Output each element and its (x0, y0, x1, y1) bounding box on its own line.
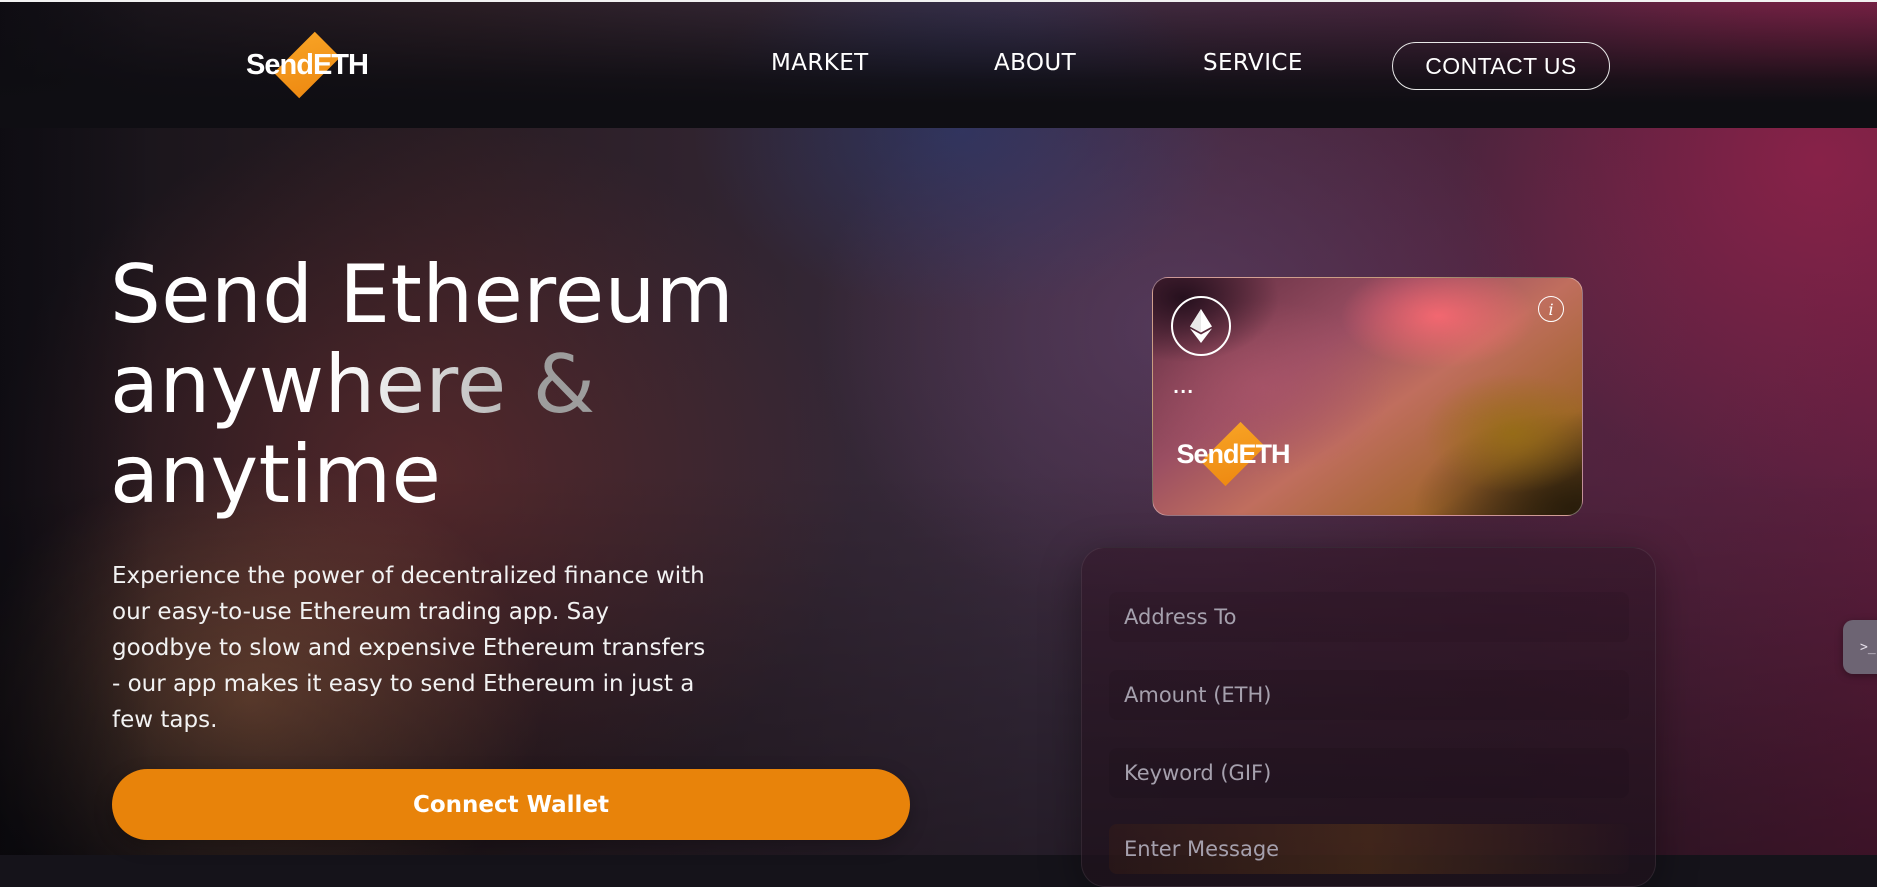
card-address: ... (1173, 378, 1195, 397)
terminal-icon: >_ (1860, 639, 1876, 655)
card-logo: SendETH (1176, 413, 1291, 495)
ethereum-card: i ... SendETH (1152, 277, 1583, 516)
nav-link-about[interactable]: ABOUT (994, 50, 1076, 76)
hero-title-anywhere: anywhere (110, 338, 507, 431)
top-border-line (0, 0, 1877, 2)
nav-link-service[interactable]: SERVICE (1203, 50, 1303, 76)
hero-title-line-2: anywhere & (110, 340, 734, 430)
ethereum-icon (1190, 309, 1212, 343)
card-logo-text: SendETH (1176, 438, 1291, 469)
brand-logo-text: SendETH (246, 48, 369, 81)
amount-eth-input[interactable] (1109, 670, 1629, 720)
info-icon[interactable]: i (1538, 296, 1564, 322)
hero-title-ampersand: & (532, 338, 596, 431)
nav-link-market[interactable]: MARKET (771, 50, 869, 76)
hero-description: Experience the power of decentralized fi… (112, 563, 706, 733)
contact-us-button[interactable]: CONTACT US (1392, 42, 1610, 90)
hero-title-line-3: anytime (110, 428, 442, 521)
terminal-tab-button[interactable]: >_ (1843, 620, 1877, 674)
message-input[interactable] (1109, 824, 1629, 874)
ethereum-badge (1171, 296, 1231, 356)
connect-wallet-button[interactable]: Connect Wallet (112, 769, 910, 840)
top-navbar: SendETH MARKET ABOUT SERVICE CONTACT US (0, 2, 1877, 128)
address-to-input[interactable] (1109, 592, 1629, 642)
keyword-gif-input[interactable] (1109, 748, 1629, 798)
hero-title: Send Ethereum anywhere & anytime (110, 250, 734, 520)
hero-title-line-1: Send Ethereum (110, 248, 735, 341)
send-form (1081, 547, 1656, 887)
brand-logo[interactable]: SendETH (246, 24, 369, 106)
